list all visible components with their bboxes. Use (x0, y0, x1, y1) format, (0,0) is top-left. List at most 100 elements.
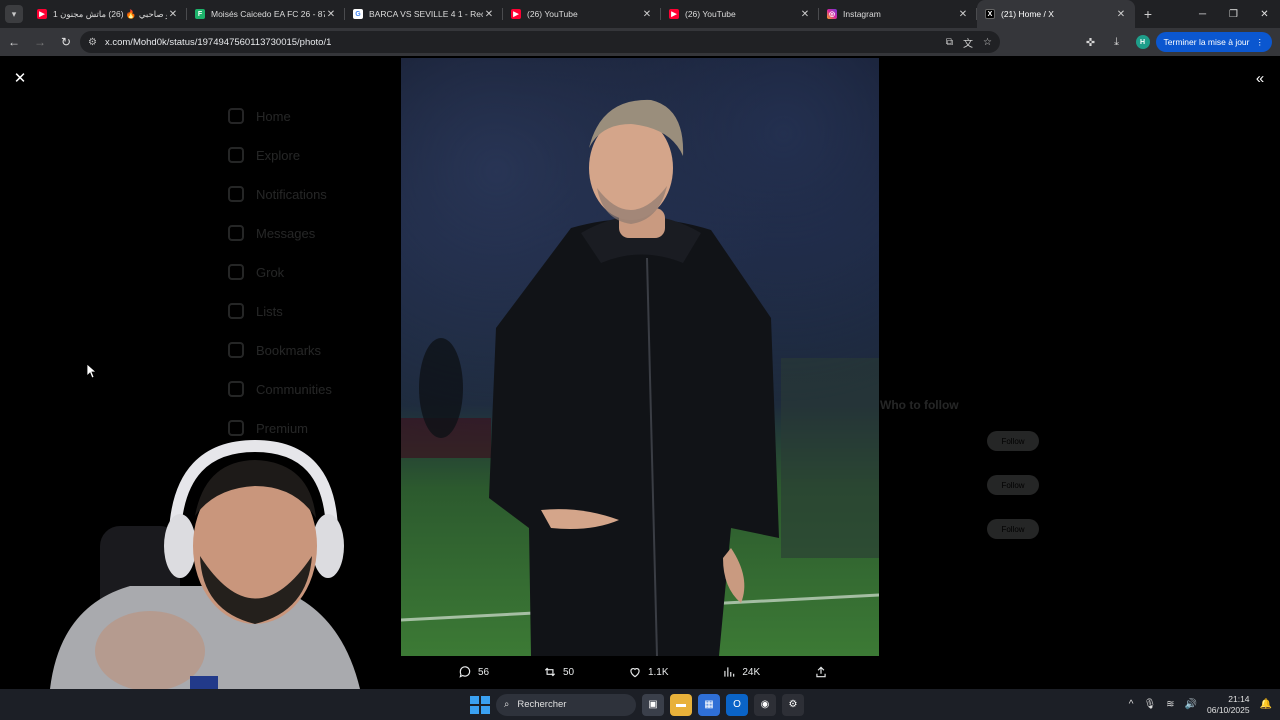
chrome-icon[interactable]: ◉ (754, 693, 776, 716)
install-app-icon[interactable]: ⧉ (946, 37, 953, 48)
tab-youtube-3[interactable]: ▶ (26) YouTube ✕ (661, 0, 819, 28)
views-chart-icon (724, 667, 735, 677)
more-menu-icon: ⋮ (1255, 36, 1265, 47)
tab-title: BARCA VS SEVILLE 4 1 - Recher (369, 9, 483, 19)
notification-bell-icon[interactable]: 🔔 (1260, 699, 1272, 710)
tab-x-home[interactable]: X (21) Home / X ✕ (977, 0, 1135, 28)
nav-grok: Grok (228, 264, 284, 280)
nav-notifications: Notifications (228, 186, 327, 202)
nav-communities: Communities (228, 381, 332, 397)
clock[interactable]: 21:14 06/10/2025 (1207, 694, 1250, 716)
close-photo-icon[interactable]: ✕ (10, 68, 30, 88)
tab-search-button[interactable]: ▾ (5, 5, 23, 23)
volume-icon[interactable]: 🔊 (1185, 699, 1197, 710)
nav-premium: Premium (228, 420, 308, 436)
restore-icon[interactable]: ❐ (1218, 0, 1249, 28)
like-count: 1.1K (647, 666, 669, 678)
share-icon (816, 666, 826, 678)
close-icon[interactable]: ✕ (483, 8, 495, 20)
tab-title: أنا و صاحبي 🔥 (26) ماتش مجنون 1 (53, 8, 167, 19)
tab-instagram[interactable]: ◎ Instagram ✕ (819, 0, 977, 28)
coach-figure (401, 99, 879, 656)
tab-title: (26) YouTube (527, 9, 578, 19)
close-icon[interactable]: ✕ (799, 8, 811, 20)
x-icon: X (985, 9, 995, 19)
youtube-icon: ▶ (669, 9, 679, 19)
clock-date: 06/10/2025 (1207, 704, 1250, 715)
repost-count: 50 (562, 666, 575, 678)
task-view-icon[interactable]: ▣ (642, 693, 664, 716)
windows-start-icon[interactable] (468, 694, 490, 716)
share-button[interactable] (814, 665, 828, 679)
webcam-overlay (50, 439, 360, 689)
close-icon[interactable]: ✕ (167, 8, 179, 20)
taskbar-search-label: Rechercher (517, 699, 567, 710)
wifi-icon[interactable]: ≋ (1166, 699, 1174, 710)
finish-update-button[interactable]: Terminer la mise à jour ⋮ (1155, 32, 1272, 52)
outlook-icon[interactable]: O (726, 693, 748, 716)
windows-taskbar: ⌕ Rechercher ▣ ▬ ▦ O ◉ ⚙ ^ 🎙 ≋ 🔊 21:14 0… (0, 689, 1280, 720)
mouse-cursor-icon (87, 364, 97, 379)
page-viewport: Home Explore Notifications Messages Grok… (0, 56, 1280, 689)
reply-button[interactable]: 56 (458, 665, 489, 679)
window-controls: ─ ❐ ✕ (1187, 0, 1280, 28)
youtube-icon: ▶ (37, 9, 47, 19)
file-explorer-icon[interactable]: ▬ (670, 693, 692, 716)
back-icon[interactable]: ← (2, 30, 26, 54)
update-button-label: Terminer la mise à jour (1163, 37, 1250, 47)
translate-icon[interactable]: 文 (963, 35, 973, 50)
repost-button[interactable]: 50 (543, 665, 574, 679)
like-button[interactable]: 1.1K (628, 665, 669, 679)
views-count: 24K (742, 666, 761, 678)
profile-avatar[interactable]: H (1135, 35, 1150, 49)
views-button[interactable]: 24K (722, 665, 760, 679)
tab-google[interactable]: G BARCA VS SEVILLE 4 1 - Recher ✕ (345, 0, 503, 28)
extensions-icon[interactable]: ✜ (1078, 29, 1104, 55)
nav-home: Home (228, 108, 291, 124)
microphone-icon[interactable]: 🎙 (1143, 699, 1156, 710)
tab-futbin[interactable]: F Moisés Caicedo EA FC 26 - 87 ✕ (187, 0, 345, 28)
tab-youtube-1[interactable]: ▶ أنا و صاحبي 🔥 (26) ماتش مجنون 1 ✕ (29, 0, 187, 28)
search-icon: ⌕ (504, 699, 510, 710)
tab-youtube-2[interactable]: ▶ (26) YouTube ✕ (503, 0, 661, 28)
site-info-icon[interactable]: ⚙ (88, 37, 97, 48)
clock-time: 21:14 (1228, 693, 1250, 704)
instagram-icon: ◎ (827, 9, 837, 19)
heart-icon (630, 668, 640, 678)
expand-panel-icon[interactable]: « (1250, 68, 1270, 88)
close-icon[interactable]: ✕ (641, 8, 653, 20)
minimize-icon[interactable]: ─ (1187, 0, 1218, 28)
system-tray: ^ 🎙 ≋ 🔊 21:14 06/10/2025 🔔 (1129, 689, 1272, 720)
tweet-actions: 56 50 1.1K 24K (458, 660, 828, 684)
downloads-icon[interactable]: ⤓ (1104, 29, 1130, 55)
who-to-follow-heading: Who to follow (880, 398, 959, 412)
follow-button: Follow (987, 475, 1039, 495)
nav-bookmarks: Bookmarks (228, 342, 321, 358)
new-tab-button[interactable]: + (1135, 0, 1161, 28)
chevron-up-icon[interactable]: ^ (1129, 699, 1134, 710)
forward-icon[interactable]: → (28, 30, 52, 54)
futbin-icon: F (195, 9, 205, 19)
tweet-photo[interactable] (401, 58, 879, 656)
steam-icon[interactable]: ⚙ (782, 693, 804, 716)
reply-count: 56 (478, 666, 490, 678)
reload-icon[interactable]: ↻ (54, 30, 78, 54)
bookmark-star-icon[interactable]: ☆ (983, 37, 992, 48)
close-window-icon[interactable]: ✕ (1249, 0, 1280, 28)
nav-lists: Lists (228, 303, 283, 319)
tab-title: (26) YouTube (685, 9, 736, 19)
close-icon[interactable]: ✕ (1115, 8, 1127, 20)
address-bar[interactable]: ⚙ x.com/Mohd0k/status/197494756011373001… (80, 31, 1000, 53)
tabs: ▶ أنا و صاحبي 🔥 (26) ماتش مجنون 1 ✕ F Mo… (29, 0, 1135, 28)
close-icon[interactable]: ✕ (957, 8, 969, 20)
tab-title: Moisés Caicedo EA FC 26 - 87 (211, 9, 325, 19)
follow-button: Follow (987, 519, 1039, 539)
close-icon[interactable]: ✕ (325, 8, 337, 20)
taskbar-search[interactable]: ⌕ Rechercher (496, 693, 636, 716)
nav-messages: Messages (228, 225, 315, 241)
address-text: x.com/Mohd0k/status/1974947560113730015/… (104, 36, 332, 48)
browser-toolbar: ← → ↻ ⚙ x.com/Mohd0k/status/197494756011… (0, 28, 1280, 56)
google-icon: G (353, 9, 363, 19)
microsoft-store-icon[interactable]: ▦ (698, 693, 720, 716)
tab-strip: ▾ ▶ أنا و صاحبي 🔥 (26) ماتش مجنون 1 ✕ F … (0, 0, 1280, 28)
